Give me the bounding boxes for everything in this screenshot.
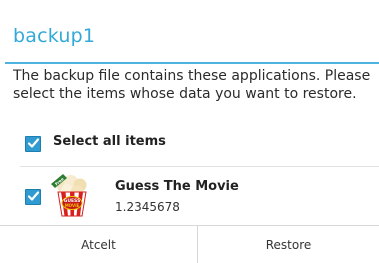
svg-text:MOVIE: MOVIE bbox=[65, 203, 80, 208]
button-bar: Atcelt Restore bbox=[0, 225, 379, 263]
dialog-message: The backup file contains these applicati… bbox=[13, 68, 371, 102]
select-all-row[interactable]: Select all items bbox=[0, 122, 379, 166]
restore-dialog: backup1 The backup file contains these a… bbox=[0, 0, 379, 263]
cancel-button[interactable]: Atcelt bbox=[0, 226, 197, 263]
select-all-label: Select all items bbox=[53, 134, 166, 149]
dialog-title: backup1 bbox=[13, 25, 96, 47]
select-all-checkbox[interactable] bbox=[25, 136, 41, 152]
app-checkbox[interactable] bbox=[25, 189, 41, 205]
app-name: Guess The Movie bbox=[115, 179, 239, 194]
app-list-item[interactable]: GUESS MOVIE Free Guess The Movie 1.23456… bbox=[0, 167, 379, 222]
guess-the-movie-app-icon: GUESS MOVIE Free bbox=[49, 172, 95, 218]
dialog-header: backup1 bbox=[0, 0, 379, 64]
checkmark-icon bbox=[27, 138, 40, 148]
checkmark-icon bbox=[27, 191, 40, 201]
title-divider bbox=[5, 62, 379, 64]
app-version: 1.2345678 bbox=[115, 200, 180, 214]
restore-button[interactable]: Restore bbox=[198, 226, 379, 263]
